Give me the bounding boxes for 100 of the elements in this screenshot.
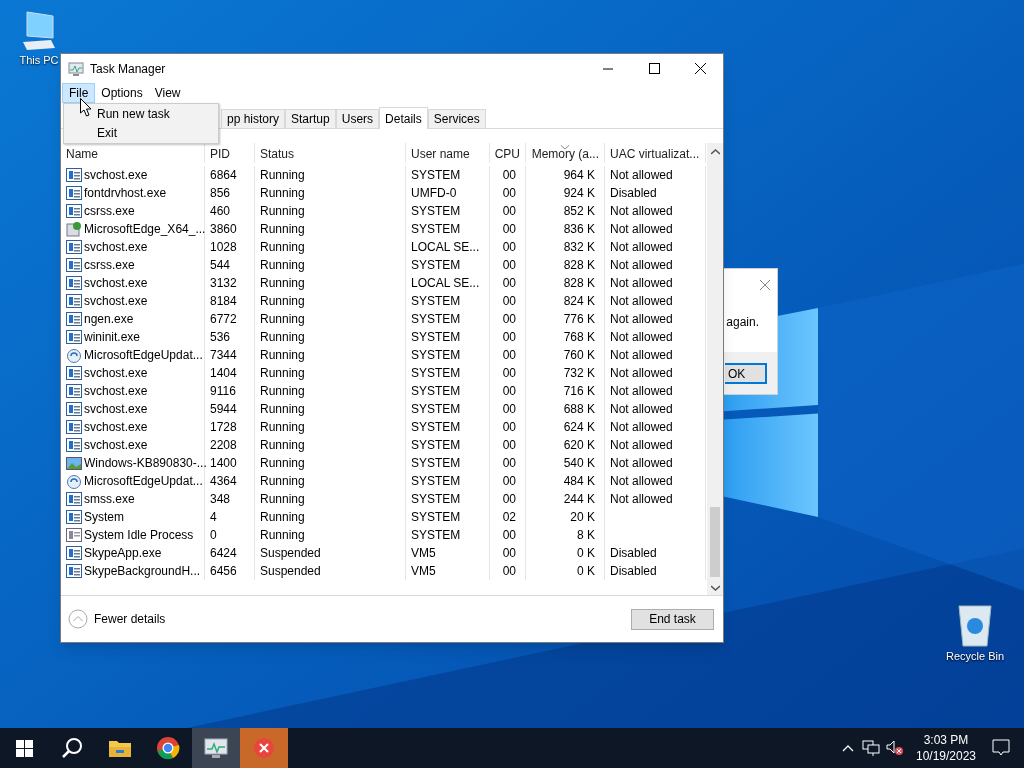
table-cell-text: 00 [502, 221, 516, 238]
table-cell-text: Not allowed [610, 293, 673, 310]
taskbar-button[interactable] [192, 728, 240, 768]
table-cell-text: SkypeApp.exe [84, 545, 162, 562]
table-cell-text: 00 [502, 185, 516, 202]
browser-icon [156, 736, 180, 760]
muted-speaker-icon[interactable] [886, 740, 904, 756]
column-header[interactable]: Memory (a... [526, 143, 605, 163]
minimize-icon [603, 67, 613, 70]
table-cell-text: SYSTEM [411, 509, 461, 526]
globe-icon [66, 473, 82, 489]
table-cell-text: SYSTEM [411, 167, 461, 184]
table-cell-text: LOCAL SE... [411, 275, 480, 292]
chevron-up-icon[interactable] [842, 744, 854, 752]
table-cell-text: SYSTEM [411, 257, 461, 274]
scroll-down-icon[interactable] [710, 585, 720, 591]
column-header[interactable]: CPU [490, 143, 526, 163]
table-cell-text: 8184 [210, 293, 237, 310]
tab[interactable]: Users [335, 109, 380, 128]
window-icon [66, 546, 82, 560]
desktop-icon-label[interactable]: Recycle Bin [945, 648, 1005, 665]
table-cell-text: 00 [502, 455, 516, 472]
table-cell-text: VM5 [411, 563, 436, 580]
table-cell-text: Disabled [610, 545, 657, 562]
table-cell-text: 00 [502, 167, 516, 184]
clock-time[interactable]: 3:03 PM [923, 732, 969, 748]
close-icon [694, 63, 706, 74]
tab[interactable]: pp history [221, 109, 286, 128]
table-cell-text: 00 [502, 293, 516, 310]
window-icon [66, 240, 82, 254]
table-cell-text: 1028 [210, 239, 237, 256]
menu-item[interactable]: Options [95, 83, 149, 103]
table-cell-text: 0 [210, 527, 217, 544]
table-cell-text: 00 [502, 437, 516, 454]
window-icon [66, 186, 82, 200]
table-cell-text: 924 K [563, 185, 595, 202]
ok-button[interactable]: OK [725, 362, 767, 384]
table-cell-text: 828 K [563, 275, 595, 292]
table-cell-text: csrss.exe [84, 203, 135, 220]
tab[interactable]: Services [427, 109, 486, 128]
table-cell-text: Not allowed [610, 257, 673, 274]
desktop-icon-label[interactable]: This PC [19, 52, 59, 69]
table-cell-text: 1400 [210, 455, 237, 472]
table-cell-text: wininit.exe [84, 329, 141, 346]
table-cell-text: Running [260, 473, 305, 490]
end-task-button[interactable]: End task [631, 608, 714, 630]
table-cell-text: Running [260, 221, 305, 238]
recycle-bin-icon[interactable] [955, 602, 995, 648]
table-cell-text: svchost.exe [84, 293, 148, 310]
table-cell-text: 3132 [210, 275, 237, 292]
table-cell-text: Running [260, 239, 305, 256]
menu-item[interactable]: View [148, 83, 187, 103]
table-cell-text: 20 K [570, 509, 595, 526]
table-cell-text: 776 K [563, 311, 595, 328]
clock-date[interactable]: 10/19/2023 [915, 748, 977, 764]
scroll-up-icon[interactable] [710, 149, 720, 155]
window-icon [66, 330, 82, 344]
table-cell-text: 6424 [210, 545, 237, 562]
table-cell-text: UMFD-0 [411, 185, 457, 202]
window-icon [66, 204, 82, 218]
network-icon[interactable] [862, 740, 880, 756]
column-header[interactable]: UAC virtualizat... [605, 143, 706, 163]
table-cell-text: 7344 [210, 347, 237, 364]
table-cell-text: Not allowed [610, 437, 673, 454]
column-header[interactable]: User name [406, 143, 490, 163]
table-cell-text: MicrosoftEdgeUpdat... [84, 347, 203, 364]
table-cell-text: Windows-KB890830-... [84, 455, 207, 472]
window-icon [66, 510, 82, 524]
table-cell-text: SYSTEM [411, 455, 461, 472]
table-cell-text: 536 [210, 329, 231, 346]
table-cell-text: 00 [502, 419, 516, 436]
dropdown-item[interactable]: Exit [64, 123, 218, 143]
notification-icon[interactable] [992, 739, 1010, 757]
table-cell-text: 6772 [210, 311, 237, 328]
installer-icon [66, 221, 82, 237]
table-cell-text: 5944 [210, 401, 237, 418]
close-icon[interactable] [759, 279, 771, 291]
fewer-details-button[interactable]: Fewer details [68, 609, 166, 629]
table-cell-text: 00 [502, 275, 516, 292]
table-cell-text: Running [260, 437, 305, 454]
table-cell-text: VM5 [411, 545, 436, 562]
windows-logo-icon [15, 739, 33, 757]
table-cell-text: MicrosoftEdge_X64_... [84, 221, 206, 238]
dropdown-item[interactable]: Run new task [64, 104, 218, 124]
window-icon [66, 384, 82, 398]
scrollbar[interactable] [707, 143, 723, 595]
menu-item[interactable]: File [62, 83, 96, 103]
table-cell-text: Not allowed [610, 473, 673, 490]
table-cell-text: fontdrvhost.exe [84, 185, 167, 202]
table-cell-text: 02 [502, 509, 516, 526]
computer-icon[interactable] [21, 10, 57, 52]
table-cell-text: SYSTEM [411, 419, 461, 436]
scroll-thumb[interactable] [710, 507, 720, 577]
table-cell-text: 00 [502, 239, 516, 256]
table-cell-text: Not allowed [610, 365, 673, 382]
table-cell-text: Running [260, 203, 305, 220]
tab[interactable]: Startup [285, 109, 336, 128]
column-header[interactable]: Status [255, 143, 406, 163]
tab[interactable]: Details [379, 107, 428, 129]
table-cell-text: Running [260, 419, 305, 436]
